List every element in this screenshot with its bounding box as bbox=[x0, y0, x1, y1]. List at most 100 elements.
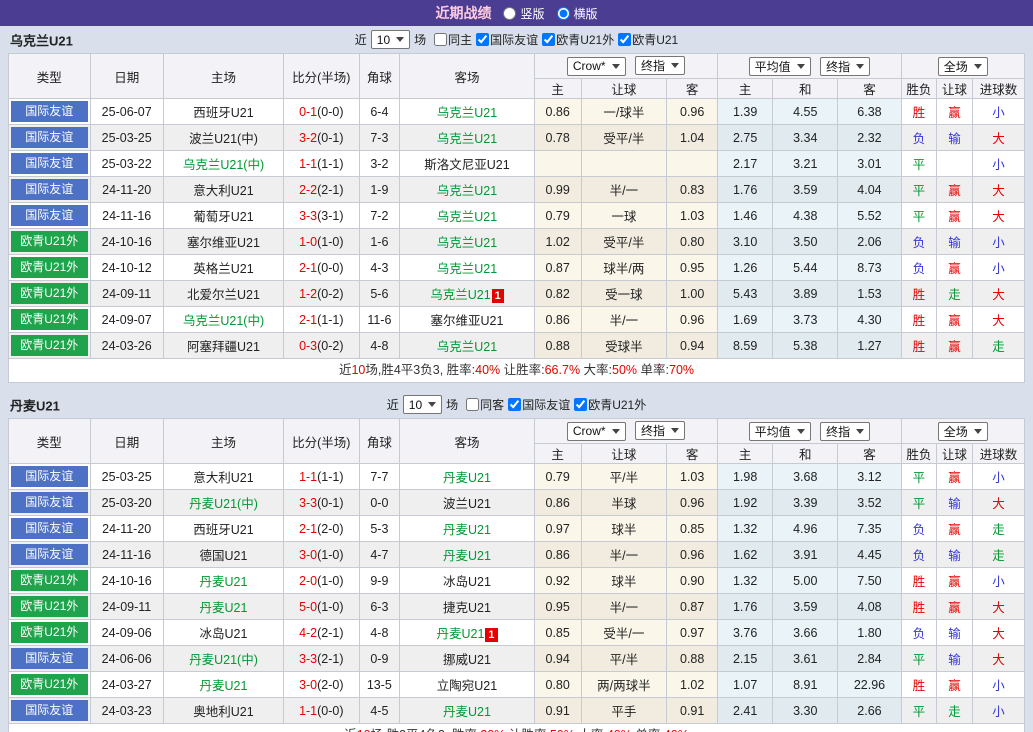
summary-stat-value: 40% bbox=[607, 728, 632, 732]
home-team-cell: 意大利U21 bbox=[162, 463, 285, 490]
odds-company-value: Crow* bbox=[572, 424, 606, 439]
competition-cell: 欧青U21外 bbox=[8, 619, 91, 646]
home-team-cell: 波兰U21(中) bbox=[162, 124, 285, 151]
sub-header-avg-draw: 和 bbox=[772, 443, 839, 464]
filter-checkboxes: 同客 国际友谊 欧青U21外 bbox=[462, 396, 646, 414]
scope-select[interactable]: 全场 bbox=[937, 56, 988, 76]
checkbox-label: 欧青U21外 bbox=[588, 397, 647, 412]
result-goals-cell-value: 小 bbox=[992, 236, 1005, 250]
avg-draw-odds-cell: 5.38 bbox=[772, 332, 839, 359]
match-count-select[interactable]: 10 bbox=[402, 395, 443, 414]
result-wdl-cell: 负 bbox=[900, 541, 938, 568]
result-wdl-cell: 胜 bbox=[900, 671, 938, 698]
result-wdl-cell-value: 负 bbox=[912, 132, 926, 146]
away-team-name: 乌克兰U21 bbox=[436, 184, 498, 198]
date-cell: 24-11-20 bbox=[89, 176, 164, 203]
result-goals-cell-value: 小 bbox=[992, 705, 1005, 719]
fulltime-score: 1-1 bbox=[299, 703, 318, 718]
checkbox-input[interactable] bbox=[508, 397, 522, 411]
radio-input-vertical[interactable] bbox=[503, 6, 517, 20]
col-header-type: 类型 bbox=[8, 418, 91, 464]
halftime-score: (1-1) bbox=[317, 469, 344, 484]
filter-checkbox[interactable]: 欧青U21外 bbox=[574, 396, 646, 413]
avg-stage-select[interactable]: 终指 bbox=[820, 421, 871, 441]
fulltime-score: 2-0 bbox=[299, 573, 318, 588]
chevron-down-icon bbox=[973, 428, 982, 434]
avg-source-select[interactable]: 平均值 bbox=[748, 56, 811, 76]
score-cell: 2-1(0-0) bbox=[283, 254, 360, 281]
filter-checkbox[interactable]: 国际友谊 bbox=[476, 31, 538, 48]
avg-home-odds-cell: 1.76 bbox=[717, 176, 774, 203]
result-wdl-cell: 平 bbox=[900, 463, 938, 490]
result-wdl-cell-value: 平 bbox=[912, 210, 926, 224]
date-cell: 24-10-16 bbox=[89, 567, 164, 594]
checkbox-input[interactable] bbox=[618, 32, 632, 46]
odds-group-header: Crow* 终指 bbox=[533, 53, 719, 79]
fulltime-score: 2-1 bbox=[299, 312, 318, 327]
scope-value: 全场 bbox=[943, 424, 968, 439]
away-team-cell: 乌克兰U21 bbox=[399, 176, 535, 203]
result-wdl-cell-value: 胜 bbox=[912, 575, 926, 589]
summary-stat-value: 70% bbox=[669, 363, 695, 377]
avg-stage-value: 终指 bbox=[826, 424, 851, 439]
competition-cell: 国际友谊 bbox=[8, 489, 91, 516]
corners-cell: 7-2 bbox=[358, 202, 401, 229]
radio-input-horizontal[interactable] bbox=[556, 6, 570, 20]
result-wdl-cell-value: 胜 bbox=[912, 288, 926, 302]
avg-away-odds-cell: 7.35 bbox=[837, 515, 902, 542]
avg-source-select[interactable]: 平均值 bbox=[748, 421, 811, 441]
away-team-cell: 乌克兰U21 bbox=[399, 124, 535, 151]
odds-company-select[interactable]: Crow* bbox=[566, 56, 626, 76]
avg-stage-select[interactable]: 终指 bbox=[820, 56, 871, 76]
handicap-cell: 半球 bbox=[580, 489, 668, 516]
match-count-select[interactable]: 10 bbox=[370, 30, 411, 49]
filter-checkbox[interactable]: 欧青U21 bbox=[618, 31, 678, 48]
filter-checkbox[interactable]: 同客 bbox=[466, 396, 504, 413]
crow-away-odds-cell: 1.03 bbox=[666, 463, 719, 490]
summary-stat-value: 40% bbox=[664, 728, 689, 732]
odds-stage-select[interactable]: 终指 bbox=[635, 421, 686, 441]
filter-checkbox[interactable]: 欧青U21外 bbox=[542, 31, 614, 48]
crow-home-odds-cell: 0.86 bbox=[533, 489, 582, 516]
home-team-name: 意大利U21 bbox=[193, 184, 254, 198]
checkbox-label: 欧青U21外 bbox=[556, 32, 615, 47]
checkbox-input[interactable] bbox=[574, 397, 588, 411]
odds-company-select[interactable]: Crow* bbox=[566, 421, 626, 441]
avg-home-odds-cell: 1.46 bbox=[717, 202, 774, 229]
checkbox-input[interactable] bbox=[466, 397, 480, 411]
crow-away-odds-cell: 1.00 bbox=[666, 280, 719, 307]
score-cell: 2-0(1-0) bbox=[283, 567, 360, 594]
result-handicap-cell: 输 bbox=[936, 645, 973, 672]
avg-away-odds-cell: 6.38 bbox=[837, 98, 902, 125]
result-goals-cell: 小 bbox=[971, 228, 1026, 255]
home-team-name: 乌克兰U21(中) bbox=[182, 158, 265, 172]
competition-badge: 国际友谊 bbox=[11, 127, 88, 148]
filter-checkbox[interactable]: 国际友谊 bbox=[508, 396, 570, 413]
halftime-score: (2-1) bbox=[317, 651, 344, 666]
filter-checkbox[interactable]: 同主 bbox=[434, 31, 472, 48]
score-cell: 1-1(0-0) bbox=[283, 697, 360, 724]
result-wdl-cell: 负 bbox=[900, 515, 938, 542]
checkbox-input[interactable] bbox=[434, 32, 448, 46]
layout-radio-vertical[interactable]: 竖版 bbox=[503, 5, 545, 22]
layout-radio-horizontal[interactable]: 横版 bbox=[556, 5, 598, 22]
checkbox-input[interactable] bbox=[542, 32, 556, 46]
summary-text: 单率: bbox=[632, 728, 663, 732]
avg-draw-odds-cell: 3.89 bbox=[772, 280, 839, 307]
match-count-value: 10 bbox=[376, 32, 391, 47]
result-goals-cell-value: 大 bbox=[992, 497, 1005, 511]
odds-stage-select[interactable]: 终指 bbox=[635, 56, 686, 76]
checkbox-input[interactable] bbox=[476, 32, 490, 46]
avg-draw-odds-cell: 3.68 bbox=[772, 463, 839, 490]
crow-home-odds-cell: 0.78 bbox=[533, 124, 582, 151]
home-team-name: 丹麦U21(中) bbox=[189, 653, 258, 667]
fulltime-score: 3-3 bbox=[299, 208, 318, 223]
crow-home-odds-cell: 0.82 bbox=[533, 280, 582, 307]
date-cell: 24-11-16 bbox=[89, 202, 164, 229]
result-wdl-cell: 平 bbox=[900, 150, 938, 177]
crow-away-odds-cell: 0.96 bbox=[666, 489, 719, 516]
titlebar: 近期战绩 竖版 横版 bbox=[0, 0, 1033, 26]
home-team-name: 意大利U21 bbox=[193, 471, 254, 485]
home-team-cell: 乌克兰U21(中) bbox=[162, 150, 285, 177]
scope-select[interactable]: 全场 bbox=[937, 421, 988, 441]
